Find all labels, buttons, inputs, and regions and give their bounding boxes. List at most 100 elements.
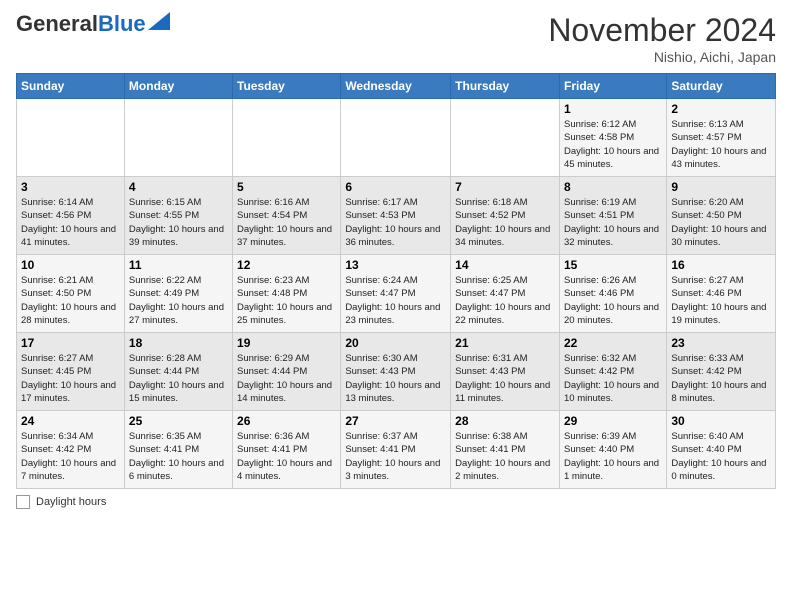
day-number: 21 [455, 336, 555, 350]
day-info: Sunrise: 6:28 AMSunset: 4:44 PMDaylight:… [129, 352, 228, 405]
week-row-4: 17 Sunrise: 6:27 AMSunset: 4:45 PMDayligh… [17, 333, 776, 411]
calendar: SundayMondayTuesdayWednesdayThursdayFrid… [16, 73, 776, 489]
day-number: 6 [345, 180, 446, 194]
day-number: 7 [455, 180, 555, 194]
footer-box [16, 495, 30, 509]
day-info: Sunrise: 6:36 AMSunset: 4:41 PMDaylight:… [237, 430, 336, 483]
day-cell: 8Sunrise: 6:19 AMSunset: 4:51 PMDaylight… [559, 177, 666, 255]
day-info: Sunrise: 6:21 AMSunset: 4:50 PMDaylight:… [21, 274, 120, 327]
day-number: 30 [671, 414, 771, 428]
day-cell: 19Sunrise: 6:29 AMSunset: 4:44 PMDayligh… [233, 333, 341, 411]
dow-header-tuesday: Tuesday [233, 74, 341, 99]
day-info: Sunrise: 6:27 AMSunset: 4:46 PMDaylight:… [671, 274, 771, 327]
day-info: Sunrise: 6:24 AMSunset: 4:47 PMDaylight:… [345, 274, 446, 327]
day-cell: 5 Sunrise: 6:16 AMSunset: 4:54 PMDaylight… [233, 177, 341, 255]
day-info: Sunrise: 6:17 AMSunset: 4:53 PMDaylight:… [345, 196, 446, 249]
day-info: Sunrise: 6:15 AMSunset: 4:55 PMDaylight:… [129, 196, 228, 249]
day-info: Sunrise: 6:31 AMSunset: 4:43 PMDaylight:… [455, 352, 555, 405]
day-info: Sunrise: 6:16 AMSunset: 4:54 PMDaylight:… [237, 196, 336, 249]
day-cell [341, 99, 451, 177]
day-info: Sunrise: 6:13 AMSunset: 4:57 PMDaylight:… [671, 118, 771, 171]
week-row-1: 1Sunrise: 6:12 AMSunset: 4:58 PMDaylight… [17, 99, 776, 177]
day-number: 24 [21, 414, 120, 428]
day-info: Sunrise: 6:14 AMSunset: 4:56 PMDaylight:… [21, 196, 120, 249]
logo-general: General [16, 11, 98, 36]
day-info: Sunrise: 6:26 AMSunset: 4:46 PMDaylight:… [564, 274, 662, 327]
day-cell: 6 Sunrise: 6:17 AMSunset: 4:53 PMDaylight… [341, 177, 451, 255]
subtitle: Nishio, Aichi, Japan [548, 49, 776, 65]
day-number: 9 [671, 180, 771, 194]
day-cell: 11 Sunrise: 6:22 AMSunset: 4:49 PMDayligh… [124, 255, 232, 333]
day-info: Sunrise: 6:39 AMSunset: 4:40 PMDaylight:… [564, 430, 662, 483]
dow-header-saturday: Saturday [667, 74, 776, 99]
day-number: 10 [21, 258, 120, 272]
day-cell: 28Sunrise: 6:38 AMSunset: 4:41 PMDayligh… [451, 411, 560, 489]
day-number: 16 [671, 258, 771, 272]
day-info: Sunrise: 6:18 AMSunset: 4:52 PMDaylight:… [455, 196, 555, 249]
calendar-body: 1Sunrise: 6:12 AMSunset: 4:58 PMDaylight… [17, 99, 776, 489]
day-cell: 1Sunrise: 6:12 AMSunset: 4:58 PMDaylight… [559, 99, 666, 177]
day-cell: 21 Sunrise: 6:31 AMSunset: 4:43 PMDayligh… [451, 333, 560, 411]
day-number: 29 [564, 414, 662, 428]
title-block: November 2024 Nishio, Aichi, Japan [548, 12, 776, 65]
day-info: Sunrise: 6:35 AMSunset: 4:41 PMDaylight:… [129, 430, 228, 483]
logo-blue: Blue [98, 11, 146, 36]
day-number: 4 [129, 180, 228, 194]
header: GeneralBlue November 2024 Nishio, Aichi,… [16, 12, 776, 65]
day-number: 12 [237, 258, 336, 272]
day-number: 18 [129, 336, 228, 350]
page: GeneralBlue November 2024 Nishio, Aichi,… [0, 0, 792, 521]
day-cell [124, 99, 232, 177]
day-number: 11 [129, 258, 228, 272]
day-info: Sunrise: 6:34 AMSunset: 4:42 PMDaylight:… [21, 430, 120, 483]
day-number: 8 [564, 180, 662, 194]
day-info: Sunrise: 6:40 AMSunset: 4:40 PMDaylight:… [671, 430, 771, 483]
day-cell [233, 99, 341, 177]
day-cell: 22Sunrise: 6:32 AMSunset: 4:42 PMDayligh… [559, 333, 666, 411]
day-number: 1 [564, 102, 662, 116]
day-number: 27 [345, 414, 446, 428]
day-info: Sunrise: 6:22 AMSunset: 4:49 PMDaylight:… [129, 274, 228, 327]
footer-label: Daylight hours [36, 496, 106, 508]
day-cell: 17 Sunrise: 6:27 AMSunset: 4:45 PMDayligh… [17, 333, 125, 411]
day-cell: 26 Sunrise: 6:36 AMSunset: 4:41 PMDayligh… [233, 411, 341, 489]
day-cell: 12 Sunrise: 6:23 AMSunset: 4:48 PMDayligh… [233, 255, 341, 333]
day-cell: 7 Sunrise: 6:18 AMSunset: 4:52 PMDaylight… [451, 177, 560, 255]
day-cell: 3Sunrise: 6:14 AMSunset: 4:56 PMDaylight… [17, 177, 125, 255]
day-info: Sunrise: 6:33 AMSunset: 4:42 PMDaylight:… [671, 352, 771, 405]
logo-text: GeneralBlue [16, 12, 146, 36]
day-cell: 24 Sunrise: 6:34 AMSunset: 4:42 PMDayligh… [17, 411, 125, 489]
day-cell: 13 Sunrise: 6:24 AMSunset: 4:47 PMDayligh… [341, 255, 451, 333]
logo-arrow-icon [148, 12, 170, 30]
day-cell: 15 Sunrise: 6:26 AMSunset: 4:46 PMDayligh… [559, 255, 666, 333]
day-cell: 2 Sunrise: 6:13 AMSunset: 4:57 PMDaylight… [667, 99, 776, 177]
week-row-3: 10 Sunrise: 6:21 AMSunset: 4:50 PMDayligh… [17, 255, 776, 333]
day-number: 26 [237, 414, 336, 428]
day-number: 25 [129, 414, 228, 428]
day-cell: 30 Sunrise: 6:40 AMSunset: 4:40 PMDayligh… [667, 411, 776, 489]
day-info: Sunrise: 6:30 AMSunset: 4:43 PMDaylight:… [345, 352, 446, 405]
dow-header-thursday: Thursday [451, 74, 560, 99]
day-info: Sunrise: 6:37 AMSunset: 4:41 PMDaylight:… [345, 430, 446, 483]
day-cell: 23 Sunrise: 6:33 AMSunset: 4:42 PMDayligh… [667, 333, 776, 411]
dow-header-wednesday: Wednesday [341, 74, 451, 99]
day-info: Sunrise: 6:23 AMSunset: 4:48 PMDaylight:… [237, 274, 336, 327]
day-number: 15 [564, 258, 662, 272]
day-number: 13 [345, 258, 446, 272]
day-number: 17 [21, 336, 120, 350]
day-number: 2 [671, 102, 771, 116]
dow-header-friday: Friday [559, 74, 666, 99]
day-cell: 29 Sunrise: 6:39 AMSunset: 4:40 PMDayligh… [559, 411, 666, 489]
calendar-header: SundayMondayTuesdayWednesdayThursdayFrid… [17, 74, 776, 99]
dow-header-sunday: Sunday [17, 74, 125, 99]
day-info: Sunrise: 6:20 AMSunset: 4:50 PMDaylight:… [671, 196, 771, 249]
day-cell: 4 Sunrise: 6:15 AMSunset: 4:55 PMDaylight… [124, 177, 232, 255]
day-number: 14 [455, 258, 555, 272]
day-number: 23 [671, 336, 771, 350]
day-info: Sunrise: 6:27 AMSunset: 4:45 PMDaylight:… [21, 352, 120, 405]
day-info: Sunrise: 6:32 AMSunset: 4:42 PMDaylight:… [564, 352, 662, 405]
day-cell: 18 Sunrise: 6:28 AMSunset: 4:44 PMDayligh… [124, 333, 232, 411]
day-of-week-row: SundayMondayTuesdayWednesdayThursdayFrid… [17, 74, 776, 99]
day-info: Sunrise: 6:38 AMSunset: 4:41 PMDaylight:… [455, 430, 555, 483]
day-number: 5 [237, 180, 336, 194]
